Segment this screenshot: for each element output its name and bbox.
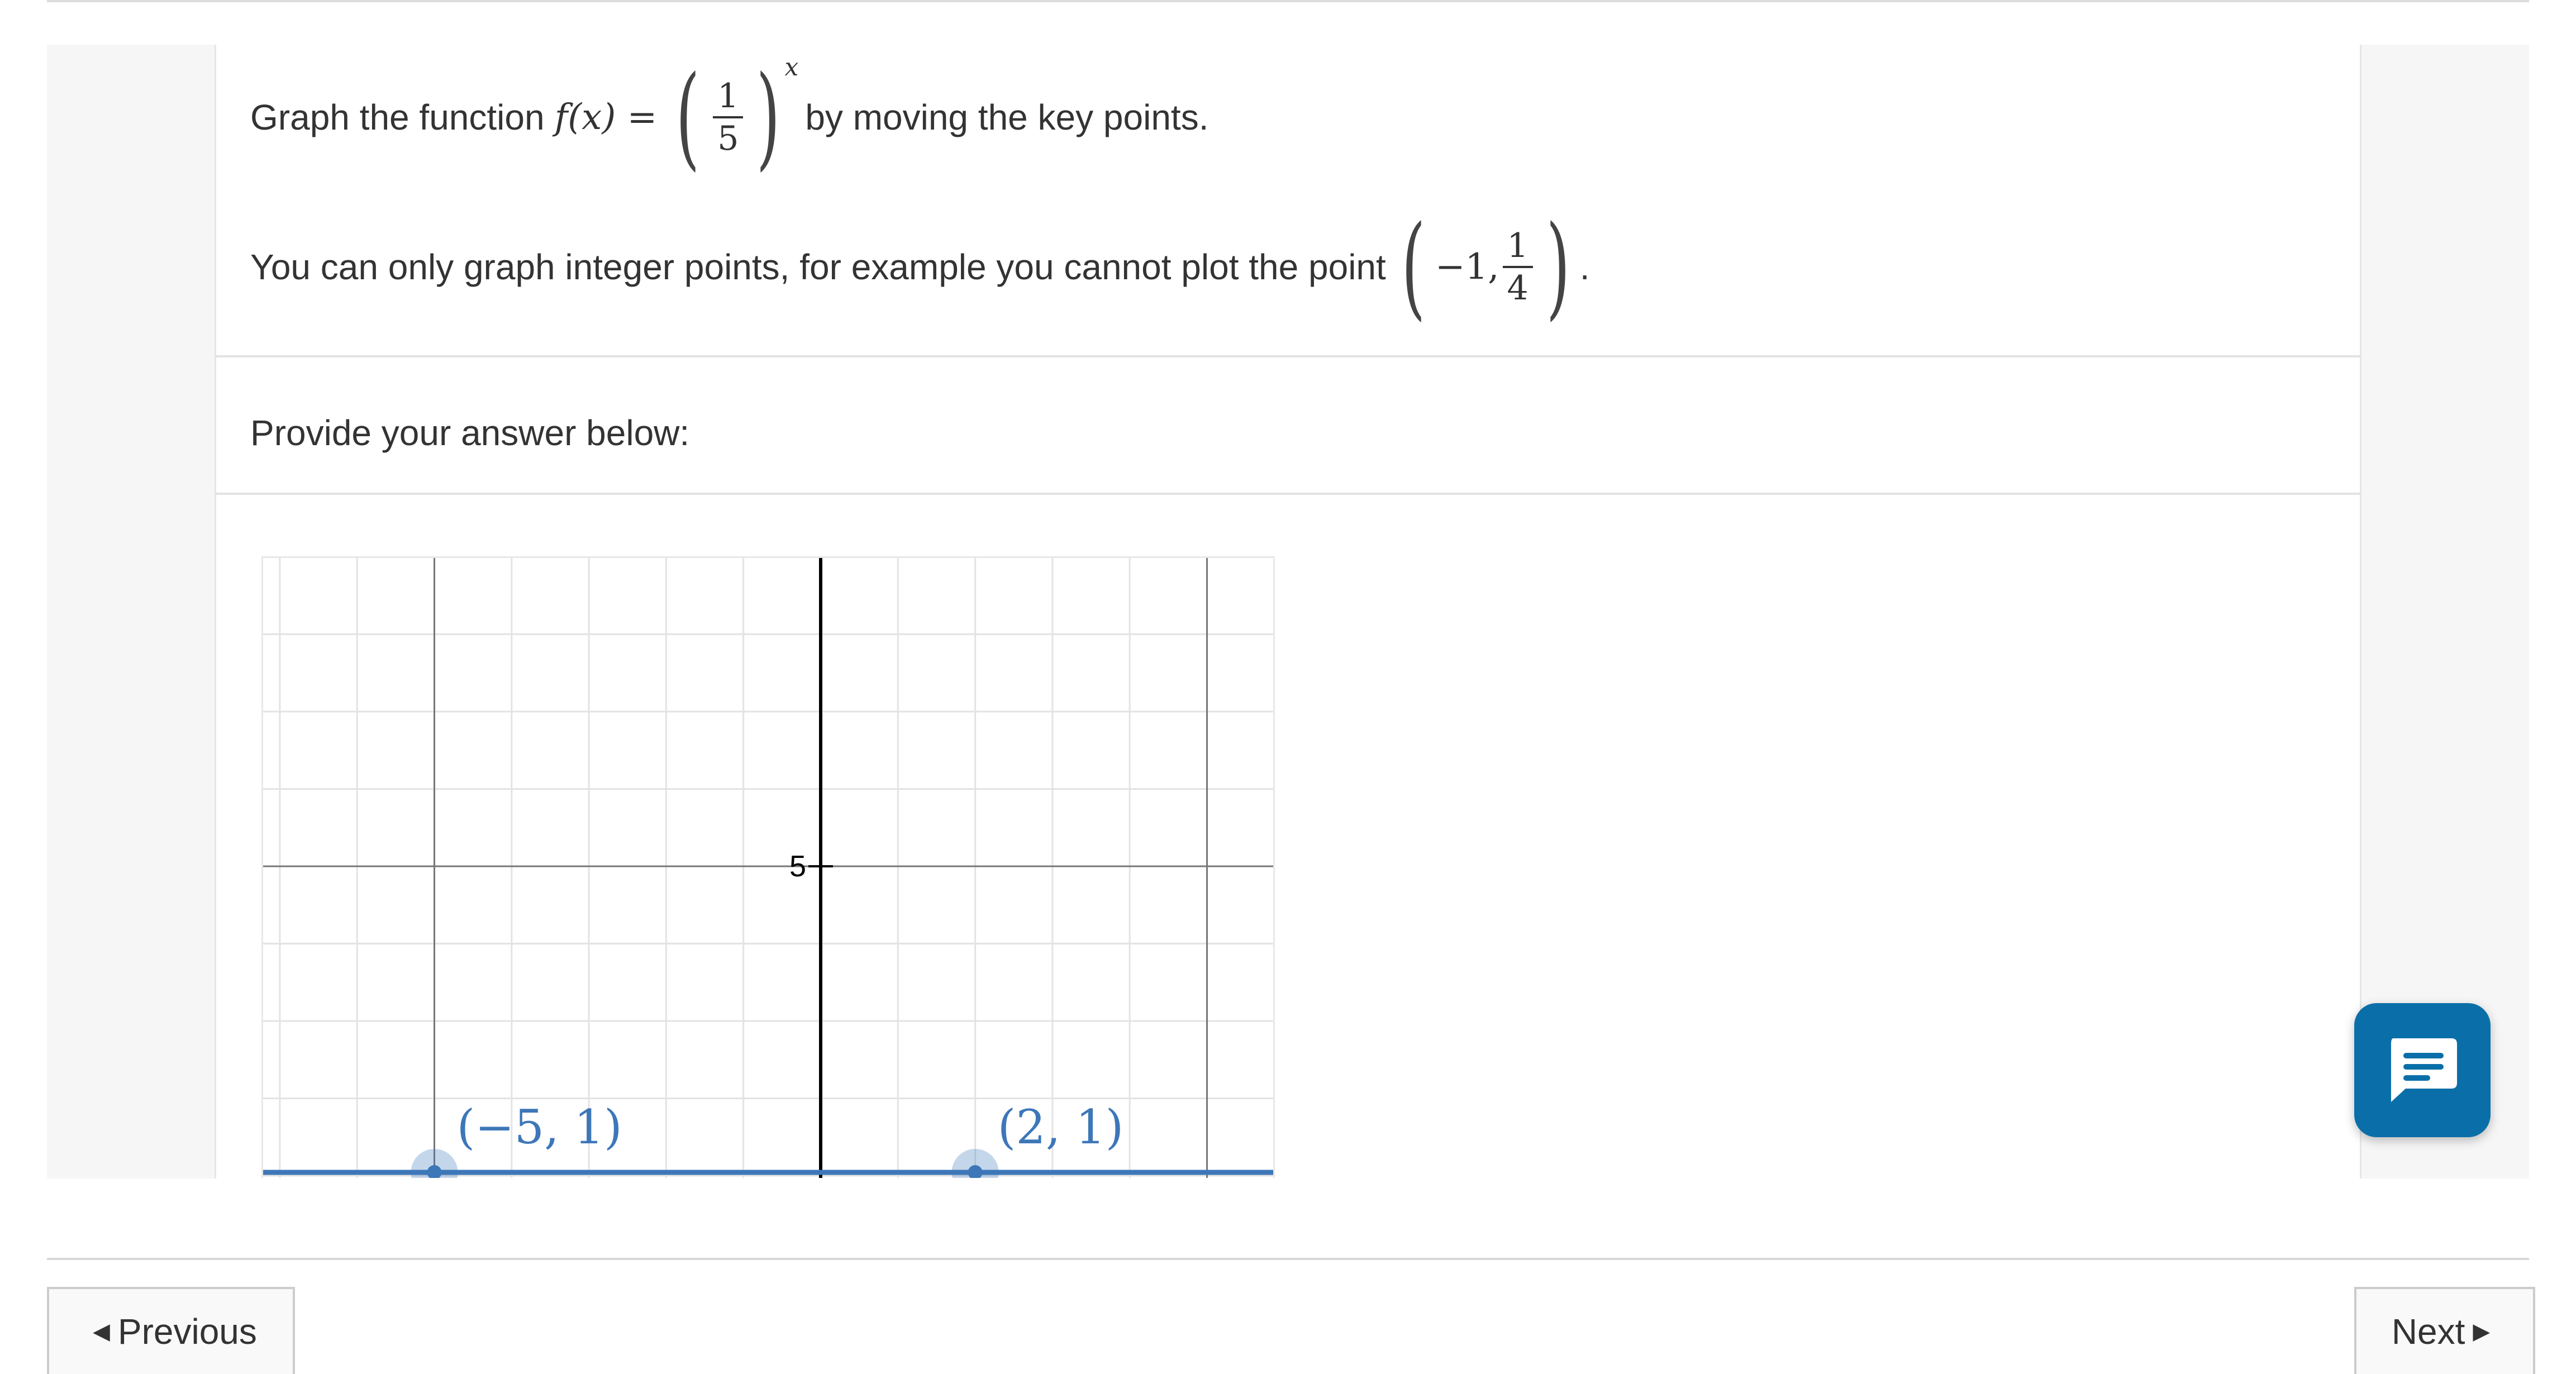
previous-label: Previous xyxy=(117,1311,257,1352)
open-paren: ( xyxy=(675,52,700,182)
y-axis-tick-label: 5 xyxy=(789,850,806,883)
caret-left-icon: ◀ xyxy=(93,1319,110,1344)
next-label: Next xyxy=(2391,1311,2465,1352)
content-border-left xyxy=(215,45,216,1179)
bottom-divider xyxy=(47,1258,2529,1260)
function-lhs: f(x) = xyxy=(554,97,658,138)
caret-right-icon: ▶ xyxy=(2473,1319,2491,1344)
question-line-1: Graph the function f(x) = ( 1 5 ) x by m… xyxy=(250,45,1208,190)
example-denominator: 4 xyxy=(1507,269,1529,308)
top-divider xyxy=(47,0,2529,2)
constraint-period: . xyxy=(1579,247,1590,287)
next-button[interactable]: Next ▶ xyxy=(2354,1287,2535,1374)
example-numerator: 1 xyxy=(1502,229,1533,268)
close-paren: ) xyxy=(756,52,780,182)
graph-canvas[interactable]: 5 (−5, 1) (2, 1) xyxy=(263,558,1273,1178)
previous-button[interactable]: ◀ Previous xyxy=(47,1287,295,1374)
graph-area[interactable]: 5 (−5, 1) (2, 1) xyxy=(261,556,1275,1178)
answer-prompt: Provide your answer below: xyxy=(250,413,690,453)
chat-button[interactable] xyxy=(2354,1003,2491,1137)
example-x: −1, xyxy=(1435,246,1499,288)
exponent: x xyxy=(784,53,799,82)
key-point-label: (2, 1) xyxy=(998,1100,1124,1154)
section-divider-2 xyxy=(215,493,2361,495)
question-text-prefix: Graph the function xyxy=(250,97,545,137)
example-fraction: 1 4 xyxy=(1502,229,1533,308)
key-point-label: (−5, 1) xyxy=(457,1100,622,1154)
constraint-text: You can only graph integer points, for e… xyxy=(250,247,1386,287)
base-fraction: 1 5 xyxy=(713,79,744,158)
chat-icon xyxy=(2391,1038,2457,1102)
base-numerator: 1 xyxy=(713,79,744,118)
left-margin-panel xyxy=(47,45,215,1179)
base-denominator: 5 xyxy=(717,119,739,158)
section-divider-1 xyxy=(215,355,2361,357)
example-open-paren: ( xyxy=(1401,202,1426,332)
example-close-paren: ) xyxy=(1546,202,1570,332)
question-line-2: You can only graph integer points, for e… xyxy=(250,194,1590,340)
question-text-suffix: by moving the key points. xyxy=(805,97,1209,137)
